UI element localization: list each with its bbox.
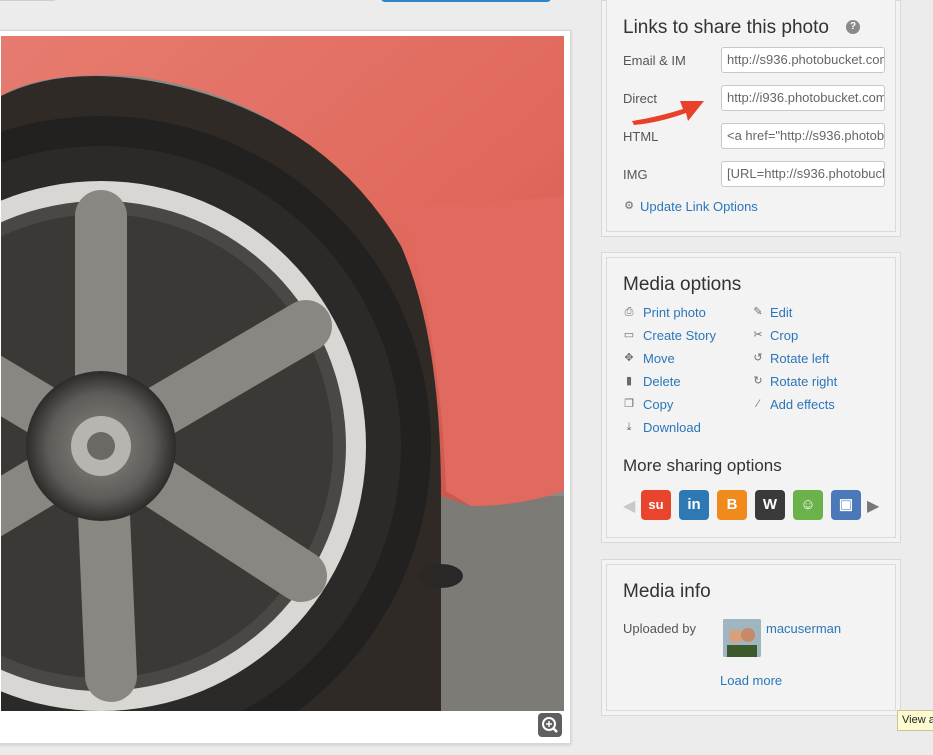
wordpress-icon[interactable]: W: [755, 490, 785, 520]
crop-link[interactable]: Crop: [770, 328, 798, 343]
zoom-in-icon: [542, 717, 558, 733]
stumbleupon-icon[interactable]: su: [641, 490, 671, 520]
email-im-label: Email & IM: [623, 53, 686, 68]
rotate-left-link[interactable]: Rotate left: [770, 351, 829, 366]
media-info-panel-inner: Media info Uploaded by macuserman Load m…: [606, 564, 896, 711]
update-link-options-link[interactable]: Update Link Options: [640, 199, 758, 214]
move-icon: ✥: [624, 352, 634, 364]
email-im-link-input[interactable]: http://s936.photobucket.com: [721, 47, 885, 73]
more-sharing-title: More sharing options: [623, 456, 782, 475]
edit-link[interactable]: Edit: [770, 305, 792, 320]
img-link-input[interactable]: [URL=http://s936.photobucket: [721, 161, 885, 187]
img-label: IMG: [623, 167, 648, 182]
scroll-left-arrow-icon[interactable]: ◀: [623, 496, 635, 516]
media-options-title: Media options: [623, 274, 742, 295]
photo-frame: [0, 30, 571, 744]
add-effects-link[interactable]: Add effects: [770, 397, 835, 412]
uploaded-by-label: Uploaded by: [623, 621, 696, 636]
tooltip: View a: [897, 710, 933, 731]
media-options-panel-inner: Media options ⎙ Print photo ▭ Create Sto…: [606, 257, 896, 538]
red-arrow-annotation: [632, 101, 704, 125]
avatar[interactable]: [723, 619, 761, 657]
rotate-right-icon: ↻: [753, 375, 763, 387]
blogger-icon[interactable]: B: [717, 490, 747, 520]
linkedin-icon[interactable]: in: [679, 490, 709, 520]
myspace-icon[interactable]: ▣: [831, 490, 861, 520]
gear-icon: ⚙: [624, 200, 634, 212]
rotate-left-icon: ↺: [753, 352, 763, 364]
help-icon[interactable]: ?: [846, 20, 860, 34]
top-action-button[interactable]: [381, 0, 551, 2]
copy-link[interactable]: Copy: [643, 397, 673, 412]
main-photo[interactable]: [1, 36, 564, 711]
move-link[interactable]: Move: [643, 351, 675, 366]
media-info-title: Media info: [623, 581, 711, 602]
media-options-panel: Media options ⎙ Print photo ▭ Create Sto…: [601, 252, 901, 543]
delete-link[interactable]: Delete: [643, 374, 681, 389]
photo-car-wheel: [1, 36, 564, 711]
trash-icon: ▮: [625, 375, 633, 387]
direct-link-input[interactable]: http://i936.photobucket.com: [721, 85, 885, 111]
scroll-right-arrow-icon[interactable]: ▶: [867, 496, 879, 516]
print-photo-link[interactable]: Print photo: [643, 305, 706, 320]
links-panel-title: Links to share this photo: [623, 17, 829, 38]
create-story-link[interactable]: Create Story: [643, 328, 716, 343]
copy-icon: ❐: [624, 398, 634, 410]
zoom-button[interactable]: [538, 713, 562, 737]
avatar-photo: [723, 619, 761, 657]
load-more-link[interactable]: Load more: [720, 673, 782, 688]
rotate-right-link[interactable]: Rotate right: [770, 374, 837, 389]
crop-icon: ✂: [753, 329, 763, 341]
download-link[interactable]: Download: [643, 420, 701, 435]
top-divider: [0, 0, 55, 1]
sharing-strip: ◀ su in B W ☺ ▣ ▶: [623, 490, 893, 520]
html-label: HTML: [623, 129, 659, 144]
username-link[interactable]: macuserman: [766, 621, 841, 636]
printer-icon: ⎙: [624, 306, 634, 318]
messenger-icon[interactable]: ☺: [793, 490, 823, 520]
media-info-panel: Media info Uploaded by macuserman Load m…: [601, 559, 901, 716]
magic-wand-icon: ⁄: [757, 398, 759, 410]
edit-icon: ✎: [753, 306, 763, 318]
download-icon: ⤓: [626, 421, 632, 433]
html-link-input[interactable]: <a href="http://s936.photobucket: [721, 123, 885, 149]
story-icon: ▭: [623, 329, 635, 341]
